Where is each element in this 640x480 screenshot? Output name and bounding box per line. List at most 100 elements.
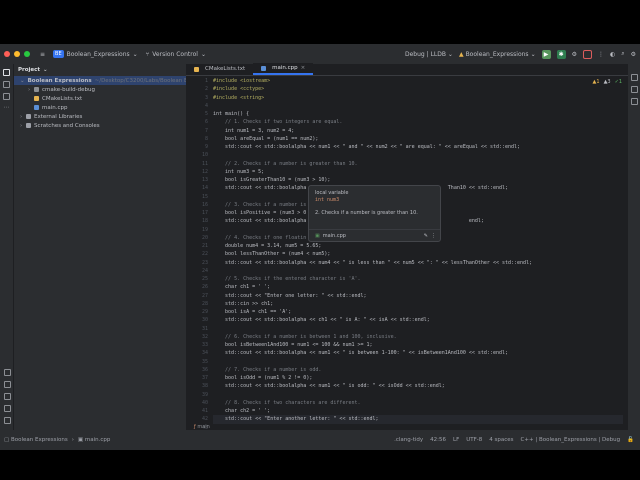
line-number[interactable]: 34 — [186, 349, 208, 357]
search-icon[interactable]: ⌕ — [621, 50, 624, 58]
line-number[interactable]: 7 — [186, 127, 208, 135]
line-number[interactable]: 2 — [186, 85, 208, 93]
code-line[interactable]: char ch2 = ' '; — [213, 407, 623, 415]
line-number[interactable]: 40 — [186, 399, 208, 407]
code-line[interactable]: std::cout << "Enter one letter: " << std… — [213, 292, 623, 300]
line-number[interactable]: 18 — [186, 217, 208, 225]
project-tree-item[interactable]: › External Libraries — [14, 112, 186, 121]
more-options-icon[interactable]: ⋮ — [431, 233, 436, 239]
code-line[interactable]: int num1 = 3, num2 = 4; — [213, 127, 623, 135]
code-line[interactable]: bool areEqual = (num1 == num2); — [213, 135, 623, 143]
line-number[interactable]: 25 — [186, 275, 208, 283]
code-line[interactable]: std::cout << std::boolalpha << num4 << "… — [213, 259, 623, 267]
status-breadcrumb-project[interactable]: ▢ Boolean Expressions — [4, 437, 68, 443]
close-tab-icon[interactable]: × — [301, 65, 306, 71]
commit-tool-icon[interactable] — [3, 81, 10, 88]
cmake-tool-icon[interactable] — [3, 369, 11, 376]
popup-file-link[interactable]: main.cpp — [323, 233, 346, 239]
line-number[interactable]: 19 — [186, 226, 208, 234]
code-line[interactable]: bool isOdd = (num1 % 2 != 0); — [213, 374, 623, 382]
vcs-menu[interactable]: ⑂ Version Control ⌄ — [146, 51, 206, 58]
code-line[interactable]: double num4 = 3.14, num5 = 5.65; — [213, 242, 623, 250]
code-line[interactable]: // 1. Checks if two integers are equal. — [213, 118, 623, 126]
line-number[interactable]: 11 — [186, 160, 208, 168]
project-tree-item[interactable]: main.cpp — [14, 103, 186, 112]
structure-tool-icon[interactable] — [3, 93, 10, 100]
run-tool-icon[interactable] — [3, 381, 11, 388]
code-line[interactable]: // 7. Checks if a number is odd. — [213, 366, 623, 374]
cpp-context[interactable]: C++ | Boolean_Expressions | Debug — [521, 437, 621, 443]
line-number[interactable]: 28 — [186, 300, 208, 308]
code-line[interactable]: char ch1 = ' '; — [213, 283, 623, 291]
code-line[interactable] — [213, 391, 623, 399]
tab-cmakelists-txt[interactable]: CMakeLists.txt — [186, 63, 253, 75]
lock-icon[interactable]: 🔓 — [627, 437, 634, 443]
more-tools-icon[interactable]: ⋯ — [3, 105, 10, 112]
zoom-window-icon[interactable] — [24, 51, 30, 57]
project-tree-item[interactable]: › cmake-build-debug — [14, 85, 186, 94]
clang-tidy-status[interactable]: .clang-tidy — [394, 437, 423, 443]
code-line[interactable]: std::cout << std::boolalpha << num1 << "… — [213, 143, 623, 151]
line-number[interactable]: 31 — [186, 325, 208, 333]
code-line[interactable]: bool isA = ch1 == 'A'; — [213, 308, 623, 316]
line-number[interactable]: 42 — [186, 415, 208, 423]
stop-icon[interactable] — [582, 49, 592, 59]
line-number-gutter[interactable]: 1 2 3 4 5 6 7 8 9 10 11 12 13 14 15 16 17 18 19 20 21 22 23 24 2… — [186, 77, 208, 431]
edit-icon[interactable]: ✎ — [424, 233, 428, 239]
code-line[interactable]: bool isGreaterThan10 = (num3 > 10); — [213, 176, 623, 184]
tab-main-cpp[interactable]: main.cpp × — [253, 63, 314, 75]
line-number[interactable]: 20 — [186, 234, 208, 242]
caret-position[interactable]: 42:56 — [430, 437, 446, 443]
ai-assistant-icon[interactable] — [630, 98, 638, 105]
line-number[interactable]: 21 — [186, 242, 208, 250]
code-line[interactable]: std::cin >> ch1; — [213, 300, 623, 308]
code-line[interactable] — [213, 151, 623, 159]
debug-icon[interactable]: ✱ — [556, 49, 566, 59]
terminal-tool-icon[interactable] — [3, 393, 11, 400]
code-line[interactable]: bool isBetween1And100 = num1 <= 100 && n… — [213, 341, 623, 349]
profile-icon[interactable]: ⚙ — [572, 51, 577, 58]
problems-tool-icon[interactable] — [3, 405, 11, 412]
line-number[interactable]: 23 — [186, 259, 208, 267]
line-number[interactable]: 22 — [186, 250, 208, 258]
settings-icon[interactable]: ⚙ — [631, 51, 636, 58]
code-line[interactable]: // 8. Checks if two characters are diffe… — [213, 399, 623, 407]
code-line[interactable] — [213, 325, 623, 333]
line-number[interactable]: 35 — [186, 358, 208, 366]
line-number[interactable]: 32 — [186, 333, 208, 341]
code-line[interactable]: int main() { — [213, 110, 623, 118]
line-number[interactable]: 14 — [186, 184, 208, 192]
line-number[interactable]: 15 — [186, 193, 208, 201]
line-number[interactable]: 24 — [186, 267, 208, 275]
project-panel-header[interactable]: Project ⌄ — [14, 64, 186, 76]
project-switcher[interactable]: BE Boolean_Expressions ⌄ — [53, 50, 138, 58]
run-icon[interactable]: ▶ — [541, 49, 551, 59]
code-line[interactable]: // 5. Checks if the entered character is… — [213, 275, 623, 283]
code-line[interactable] — [213, 358, 623, 366]
line-number[interactable]: 9 — [186, 143, 208, 151]
code-editor[interactable]: #include <iostream> #include <cctype> #inc… — [213, 77, 623, 424]
code-line[interactable]: // 2. Checks if a number is greater than… — [213, 160, 623, 168]
code-line[interactable]: std::cout << std::boolalpha << num1 << "… — [213, 382, 623, 390]
line-number[interactable]: 17 — [186, 209, 208, 217]
code-line[interactable]: int num3 = 5; — [213, 168, 623, 176]
line-number[interactable]: 30 — [186, 316, 208, 324]
project-tree-item[interactable]: CMakeLists.txt — [14, 94, 186, 103]
code-line[interactable]: #include <iostream> — [213, 77, 623, 85]
line-number[interactable]: 37 — [186, 374, 208, 382]
chevron-right-icon[interactable]: ⌄ — [20, 78, 25, 84]
database-icon[interactable] — [630, 86, 638, 93]
run-target-selector[interactable]: ▲ Boolean_Expressions ⌄ — [459, 51, 536, 58]
code-line[interactable]: std::cout << std::boolalpha << num1 << "… — [213, 349, 623, 357]
project-tree-item[interactable]: ⌄ Boolean Expressions ~/Desktop/C3200/Labs… — [14, 76, 217, 85]
line-number[interactable]: 41 — [186, 407, 208, 415]
notifications-icon[interactable] — [630, 74, 638, 81]
line-number[interactable]: 3 — [186, 94, 208, 102]
line-number[interactable]: 5 — [186, 110, 208, 118]
code-line[interactable]: std::cout << std::boolalpha << ch1 << " … — [213, 316, 623, 324]
code-with-me-icon[interactable]: ◐ — [610, 51, 615, 58]
line-number[interactable]: 36 — [186, 366, 208, 374]
minimize-window-icon[interactable] — [14, 51, 20, 57]
line-number[interactable]: 38 — [186, 382, 208, 390]
project-tree-item[interactable]: › Scratches and Consoles — [14, 121, 186, 130]
